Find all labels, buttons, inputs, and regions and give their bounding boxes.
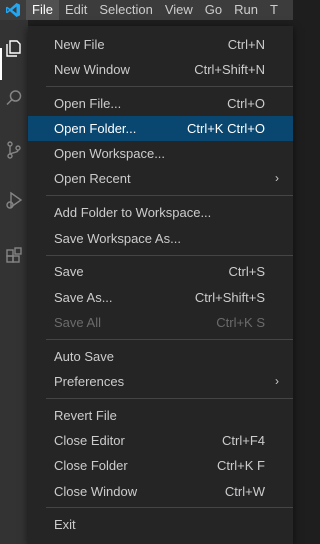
extensions-icon[interactable] (0, 240, 28, 272)
menu-item-save[interactable]: Save Ctrl+S (28, 259, 293, 284)
menu-item-preferences[interactable]: Preferences › (28, 369, 293, 394)
menu-item-save-workspace-as[interactable]: Save Workspace As... (28, 226, 293, 251)
menu-separator (46, 255, 293, 256)
menu-item-revert-file[interactable]: Revert File (28, 403, 293, 428)
menu-separator (46, 398, 293, 399)
menu-item-exit[interactable]: Exit (28, 512, 293, 537)
menu-selection[interactable]: Selection (93, 0, 158, 20)
menu-item-shortcut: Ctrl+N (227, 37, 265, 52)
menu-item-shortcut: Ctrl+O (227, 96, 265, 111)
menu-terminal[interactable]: T (264, 0, 284, 20)
menu-item-open-workspace[interactable]: Open Workspace... (28, 141, 293, 166)
menu-item-shortcut: Ctrl+S (228, 264, 265, 279)
menu-item-label: Open File... (54, 96, 122, 111)
menu-item-add-folder-to-workspace[interactable]: Add Folder to Workspace... (28, 200, 293, 225)
menu-item-label: New File (54, 37, 105, 52)
menu-item-label: Save Workspace As... (54, 231, 181, 246)
menu-item-label: Close Editor (54, 433, 125, 448)
menu-item-new-window[interactable]: New Window Ctrl+Shift+N (28, 57, 293, 82)
menu-item-label: Preferences (54, 374, 125, 389)
vscode-logo-icon[interactable] (0, 0, 26, 20)
explorer-icon[interactable] (0, 32, 28, 64)
menu-separator (46, 507, 293, 508)
menu-item-shortcut: Ctrl+K S (216, 315, 265, 330)
run-debug-icon[interactable] (0, 184, 28, 216)
menu-item-shortcut: Ctrl+Shift+S (194, 290, 265, 305)
menu-item-shortcut: Ctrl+Shift+N (194, 62, 265, 77)
menu-item-shortcut: Ctrl+W (224, 484, 265, 499)
menu-item-label: Exit (54, 517, 76, 532)
menu-item-shortcut: Ctrl+K Ctrl+O (186, 121, 265, 136)
menu-item-label: Auto Save (54, 349, 114, 364)
menu-item-label: Save All (54, 315, 101, 330)
menu-item-label: Open Workspace... (54, 146, 166, 161)
chevron-right-icon: › (275, 171, 279, 185)
menu-item-save-all: Save All Ctrl+K S (28, 310, 293, 335)
menu-edit[interactable]: Edit (59, 0, 93, 20)
menu-item-label: Save (54, 264, 84, 279)
menu-item-shortcut: Ctrl+K F (216, 458, 265, 473)
menu-separator (46, 86, 293, 87)
menu-item-label: Open Folder... (54, 121, 137, 136)
title-bar: File Edit Selection View Go Run T (0, 0, 293, 20)
menu-run[interactable]: Run (228, 0, 264, 20)
menu-item-shortcut: Ctrl+F4 (222, 433, 265, 448)
menu-item-label: Close Folder (54, 458, 128, 473)
menu-item-label: Add Folder to Workspace... (54, 205, 212, 220)
menu-item-label: Close Window (54, 484, 138, 499)
menu-bar: File Edit Selection View Go Run T (26, 0, 284, 20)
source-control-icon[interactable] (0, 134, 28, 166)
menu-item-save-as[interactable]: Save As... Ctrl+Shift+S (28, 285, 293, 310)
menu-item-new-file[interactable]: New File Ctrl+N (28, 32, 293, 57)
menu-item-close-folder[interactable]: Close Folder Ctrl+K F (28, 453, 293, 478)
activity-bar (0, 20, 28, 544)
search-icon[interactable] (0, 82, 28, 114)
menu-file[interactable]: File (26, 0, 59, 20)
menu-item-open-file[interactable]: Open File... Ctrl+O (28, 91, 293, 116)
menu-item-label: Revert File (54, 408, 117, 423)
chevron-right-icon: › (275, 374, 279, 388)
menu-item-label: Save As... (54, 290, 113, 305)
menu-separator (46, 195, 293, 196)
menu-item-auto-save[interactable]: Auto Save (28, 344, 293, 369)
menu-item-close-window[interactable]: Close Window Ctrl+W (28, 479, 293, 504)
menu-item-label: New Window (54, 62, 130, 77)
menu-separator (46, 339, 293, 340)
menu-item-label: Open Recent (54, 171, 131, 186)
menu-item-open-recent[interactable]: Open Recent › (28, 166, 293, 191)
menu-item-open-folder[interactable]: Open Folder... Ctrl+K Ctrl+O (28, 116, 293, 141)
menu-item-close-editor[interactable]: Close Editor Ctrl+F4 (28, 428, 293, 453)
menu-go[interactable]: Go (199, 0, 228, 20)
menu-view[interactable]: View (159, 0, 199, 20)
file-menu-dropdown: New File Ctrl+N New Window Ctrl+Shift+N … (28, 26, 293, 544)
